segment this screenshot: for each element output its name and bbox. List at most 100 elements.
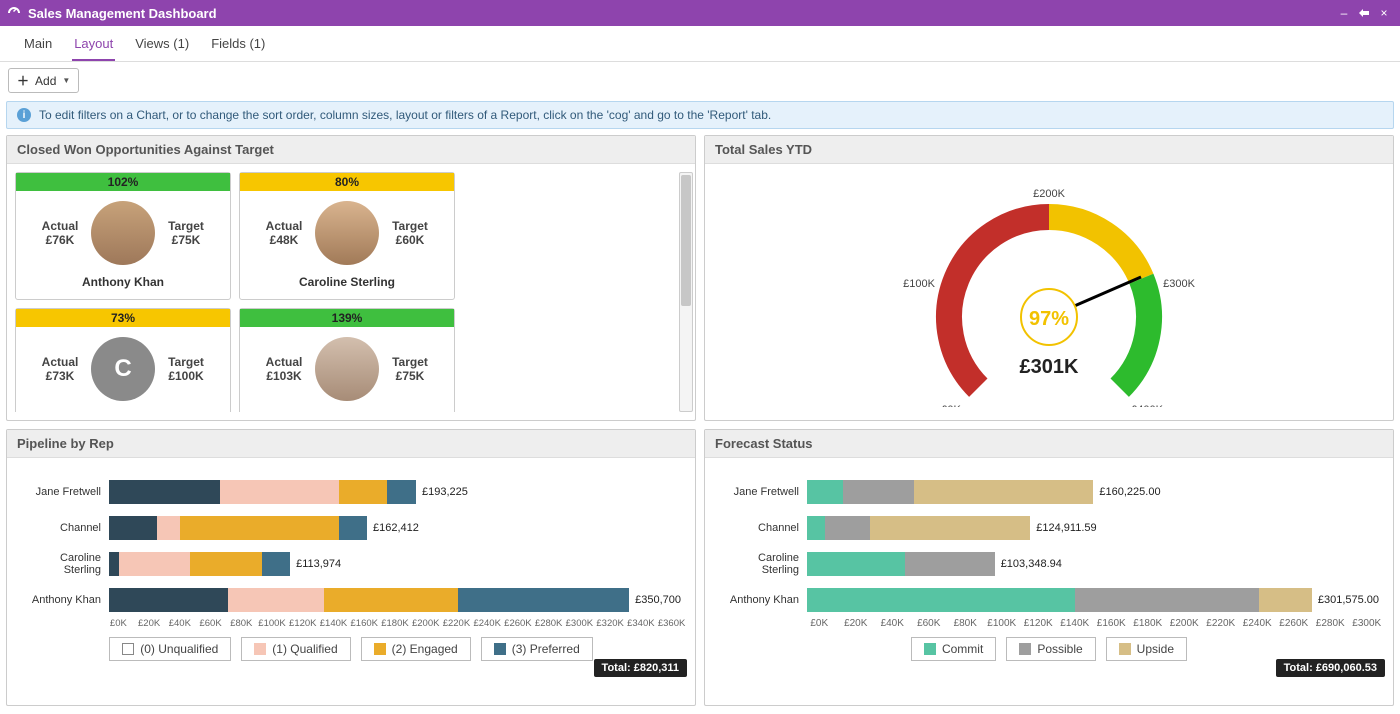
actual-label: Actual [30, 355, 90, 369]
bar-row: Channel£162,412 [21, 512, 681, 544]
bar-segment[interactable] [807, 588, 1075, 612]
tab-layout[interactable]: Layout [72, 32, 115, 61]
tab-fields[interactable]: Fields (1) [209, 32, 267, 61]
pipeline-total: Total: £820,311 [594, 659, 687, 677]
app-gauge-icon [6, 5, 22, 21]
bar-row: Caroline Sterling£113,974 [21, 548, 681, 580]
bar-track: £193,225 [109, 480, 681, 504]
bar-track: £350,700 [109, 588, 681, 612]
bar-segment[interactable] [870, 516, 1031, 540]
bar-segment[interactable] [220, 480, 339, 504]
rep-card[interactable]: 73%Actual£73KCTarget£100KChannel [15, 308, 231, 412]
bar-segment[interactable] [905, 552, 994, 576]
rep-card[interactable]: 80%Actual£48KTarget£60KCaroline Sterling [239, 172, 455, 300]
bar-segment[interactable] [109, 516, 157, 540]
rep-pct: 139% [240, 309, 454, 327]
bar-segment[interactable] [324, 588, 457, 612]
bar-category-label: Channel [21, 522, 105, 534]
bar-row: Anthony Khan £301,575.00 [719, 584, 1379, 616]
bar-segment[interactable] [119, 552, 191, 576]
bar-segment[interactable] [228, 588, 324, 612]
bar-total-label: £193,225 [422, 486, 468, 498]
gauge-tick-300: £300K [1163, 278, 1195, 290]
bar-category-label: Jane Fretwell [719, 486, 803, 498]
bar-total-label: £301,575.00 [1318, 594, 1379, 606]
bar-segment[interactable] [807, 480, 843, 504]
target-label: Target [380, 355, 440, 369]
legend-commit[interactable]: Commit [911, 637, 996, 661]
rep-card[interactable]: 102%Actual£76KTarget£75KAnthony Khan [15, 172, 231, 300]
bar-segment[interactable] [825, 516, 870, 540]
bar-segment[interactable] [843, 480, 915, 504]
x-tick: £140K [1057, 618, 1094, 629]
bar-segment[interactable] [190, 552, 262, 576]
rep-avatar [315, 201, 379, 265]
window-minimize-button[interactable]: – [1334, 3, 1354, 23]
bar-segment[interactable] [109, 552, 119, 576]
panel-closed-won: Closed Won Opportunities Against Target … [6, 135, 696, 421]
legend-possible[interactable]: Possible [1006, 637, 1095, 661]
x-tick: £0K [103, 618, 134, 629]
bar-segment[interactable] [180, 516, 339, 540]
bar-segment[interactable] [339, 480, 387, 504]
legend-unqualified[interactable]: (0) Unqualified [109, 637, 231, 661]
bar-segment[interactable] [109, 480, 220, 504]
x-tick: £280K [533, 618, 564, 629]
bar-segment[interactable] [387, 480, 416, 504]
bar-segment[interactable] [807, 552, 905, 576]
bar-segment[interactable] [458, 588, 630, 612]
bar-segment[interactable] [914, 480, 1093, 504]
bar-category-label: Channel [719, 522, 803, 534]
pipeline-x-axis: £0K£20K£40K£60K£80K£100K£120K£140K£160K£… [103, 618, 687, 629]
tab-views[interactable]: Views (1) [133, 32, 191, 61]
x-tick: £120K [1020, 618, 1057, 629]
gauge-tick-100: £100K [903, 278, 935, 290]
target-label: Target [380, 219, 440, 233]
forecast-chart: Jane Fretwell £160,225.00 Channel£124,911.… [713, 466, 1385, 618]
legend-qualified[interactable]: (1) Qualified [241, 637, 350, 661]
bar-segment[interactable] [262, 552, 291, 576]
add-button[interactable]: ＋ Add ▼ [8, 68, 79, 93]
legend-preferred[interactable]: (3) Preferred [481, 637, 593, 661]
x-tick: £180K [1130, 618, 1167, 629]
bar-segment[interactable] [1075, 588, 1259, 612]
bar-total-label: £350,700 [635, 594, 681, 606]
legend-engaged[interactable]: (2) Engaged [361, 637, 471, 661]
x-tick: £80K [226, 618, 257, 629]
window-close-button[interactable]: × [1374, 3, 1394, 23]
x-tick: £260K [503, 618, 534, 629]
panel-pipeline-title: Pipeline by Rep [7, 430, 695, 458]
x-tick: £100K [257, 618, 288, 629]
window-maximize-button[interactable] [1354, 3, 1374, 23]
toolbar: ＋ Add ▼ [0, 62, 1400, 99]
bar-row: Anthony Khan£350,700 [21, 584, 681, 616]
bar-category-label: Caroline Sterling [719, 552, 803, 576]
tab-main[interactable]: Main [22, 32, 54, 61]
legend-upside[interactable]: Upside [1106, 637, 1187, 661]
rep-name: Channel [16, 403, 230, 412]
bar-category-label: Anthony Khan [719, 594, 803, 606]
x-tick: £80K [947, 618, 984, 629]
bar-segment[interactable] [1259, 588, 1312, 612]
bar-track: £160,225.00 [807, 480, 1379, 504]
rep-cards-container: 102%Actual£76KTarget£75KAnthony Khan80%A… [15, 172, 671, 412]
bar-segment[interactable] [109, 588, 228, 612]
target-value: £75K [380, 369, 440, 383]
gauge-value: £301K [1020, 356, 1079, 378]
bar-total-label: £160,225.00 [1099, 486, 1160, 498]
x-tick: £160K [1093, 618, 1130, 629]
x-tick: £180K [380, 618, 411, 629]
bar-segment[interactable] [807, 516, 825, 540]
bar-segment[interactable] [157, 516, 181, 540]
add-button-label: Add [35, 74, 56, 88]
pipeline-legend: (0) Unqualified (1) Qualified (2) Engage… [15, 637, 687, 661]
panel-forecast: Forecast Status Jane Fretwell£160,225.00… [704, 429, 1394, 706]
closed-won-scrollbar[interactable] [679, 172, 693, 412]
bar-row: Channel£124,911.59 [719, 512, 1379, 544]
rep-avatar [315, 337, 379, 401]
rep-card[interactable]: 139%Actual£103KTarget£75KJane Fretwell [239, 308, 455, 412]
bar-segment[interactable] [339, 516, 367, 540]
actual-value: £73K [30, 369, 90, 383]
bar-row: Jane Fretwell £160,225.00 [719, 476, 1379, 508]
target-label: Target [156, 219, 216, 233]
